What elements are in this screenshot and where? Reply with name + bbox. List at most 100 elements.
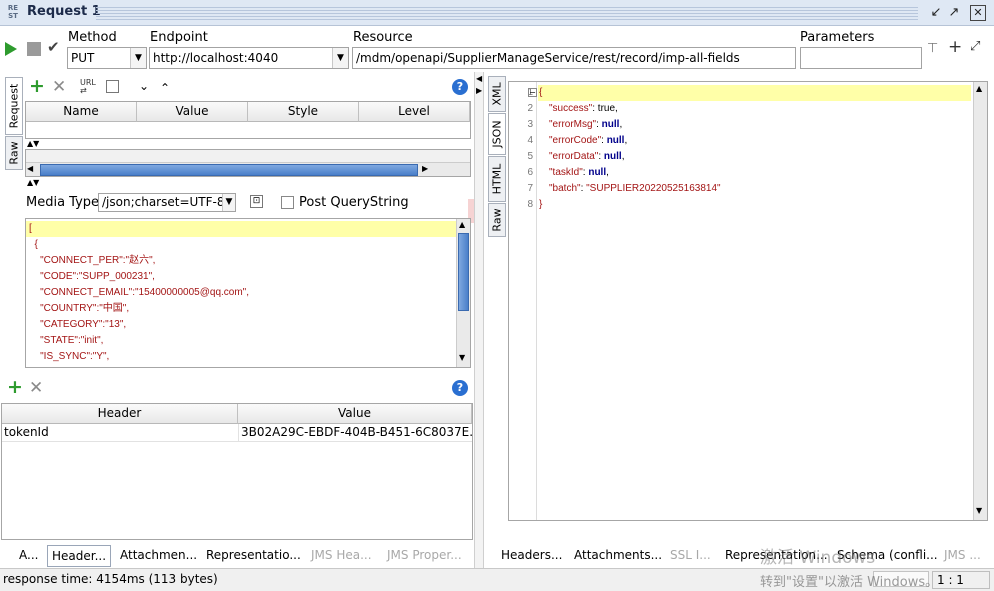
expand-icon[interactable]: ⤢ [970,39,980,54]
resource-label: Resource [353,30,413,45]
request-body-lines: [ { "CONNECT_PER":"赵六", "CODE":"SUPP_000… [29,221,249,365]
tab-xml[interactable]: XML [488,76,506,112]
tab-html[interactable]: HTML [488,156,506,202]
media-type-value: /json;charset=UTF-8 [102,195,225,209]
url-encode-icon[interactable]: URL ⇄ [80,79,96,95]
tab-representations[interactable]: Representatio... [202,545,305,567]
params-col-style[interactable]: Style [248,102,359,122]
vertical-scrollbar[interactable]: ▲ ▼ [456,219,470,367]
splitter-arrows-icon[interactable]: ▲▼ [27,139,39,148]
scrollbar-thumb[interactable] [40,164,418,176]
tab-response-headers[interactable]: Headers... [497,545,566,567]
params-col-value[interactable]: Value [137,102,248,122]
scroll-down-icon[interactable]: ▼ [976,506,982,515]
close-icon[interactable]: ✕ [970,5,986,21]
headers-col-value[interactable]: Value [238,404,472,424]
headers-col-header[interactable]: Header [2,404,238,424]
stop-icon[interactable] [27,42,41,56]
tab-headers[interactable]: Header... [47,545,112,567]
run-icon[interactable] [5,42,17,56]
chevron-down-icon: ▼ [130,48,146,68]
tab-request[interactable]: Request [5,77,23,135]
tab-attachments[interactable]: Attachmen... [116,545,201,567]
splitter-arrows-icon[interactable]: ▲▼ [27,178,39,187]
body-line: { [29,239,38,250]
response-time-text: response time: 4154ms (113 bytes) [3,572,218,586]
method-value: PUT [71,51,95,65]
endpoint-value: http://localhost:4040 [153,51,279,65]
scroll-left-icon[interactable]: ◀ [27,164,33,173]
add-parameter-icon[interactable]: + [948,37,962,57]
tag-icon[interactable]: ⊤ [927,41,938,56]
add-header-icon[interactable]: + [7,378,23,397]
response-editor[interactable]: 1 2 3 4 5 6 7 8 − { "success": true, "er… [508,81,988,521]
vertical-scrollbar[interactable]: ▲ ▼ [973,82,987,520]
params-col-level[interactable]: Level [359,102,470,122]
tab-jms-headers[interactable]: JMS Hea... [307,545,376,567]
move-down-icon[interactable]: ⌄ [139,79,149,93]
resource-value: /mdm/openapi/SupplierManageService/rest/… [356,51,740,65]
check-icon[interactable]: ✔ [47,38,60,56]
minimize-icon[interactable]: ↙ [928,5,944,21]
body-line: [ [29,223,32,234]
tab-response-jms[interactable]: JMS ... [940,545,985,567]
body-line: "CATEGORY":"13", [29,319,127,330]
json-line: "batch": "SUPPLIER20220525163814" [549,183,721,194]
tab-json[interactable]: JSON [488,113,506,155]
restore-icon[interactable]: ↗ [946,5,962,21]
post-querystring-checkbox[interactable] [281,196,294,209]
help-icon[interactable]: ? [452,79,468,95]
params-col-name[interactable]: Name [26,102,137,122]
tab-ssl-info[interactable]: SSL I... [666,545,715,567]
format-icon[interactable]: ⊡ [250,195,263,208]
scroll-down-icon[interactable]: ▼ [459,353,465,362]
scroll-up-icon[interactable]: ▲ [459,220,465,229]
windows-watermark-subtitle: 转到"设置"以激活 Windows。 [760,575,939,590]
scroll-up-icon[interactable]: ▲ [976,84,982,93]
horizontal-scrollbar[interactable]: ◀ ▶ [26,162,470,176]
delete-icon[interactable]: ✕ [52,78,66,97]
table-row[interactable]: tokenId 3B02A29C-EBDF-404B-B451-6C8037E.… [2,424,472,442]
rest-logo-icon: RE ST [7,4,19,20]
help-icon[interactable]: ? [452,380,468,396]
fold-toggle-icon[interactable]: − [528,88,537,97]
params-table: Name Value Style Level [25,101,471,139]
line-number: 7 [527,183,533,194]
add-icon[interactable]: + [29,77,45,96]
media-type-select[interactable]: /json;charset=UTF-8 ▼ [98,193,236,212]
endpoint-input[interactable]: http://localhost:4040 ▼ [149,47,349,69]
tab-jms-properties[interactable]: JMS Proper... [383,545,466,567]
request-body-editor[interactable]: [ { "CONNECT_PER":"赵六", "CODE":"SUPP_000… [25,218,471,368]
tab-response-attachments[interactable]: Attachments... [570,545,666,567]
move-up-icon[interactable]: ⌃ [160,81,170,95]
pane-splitter[interactable]: ◀ ▶ [474,72,484,568]
title-bar: RE ST Request 1 ↙ ↗ ✕ [0,0,994,26]
collapse-left-icon[interactable]: ◀ [476,74,482,83]
resource-input[interactable]: /mdm/openapi/SupplierManageService/rest/… [352,47,796,69]
headers-table: Header Value tokenId 3B02A29C-EBDF-404B-… [1,403,473,540]
method-select[interactable]: PUT ▼ [67,47,147,69]
json-line: "taskId": null, [549,167,609,178]
json-line: "errorMsg": null, [549,119,623,130]
table-icon[interactable] [106,80,119,93]
tab-auth[interactable]: A... [15,545,42,567]
delete-header-icon[interactable]: ✕ [29,379,43,398]
method-label: Method [68,30,117,45]
collapse-right-icon[interactable]: ▶ [476,86,482,95]
header-name-cell[interactable]: tokenId [4,425,49,439]
tab-raw-response[interactable]: Raw [488,203,506,237]
json-line: "errorCode": null, [549,135,628,146]
line-number: 6 [527,167,533,178]
title-drag-area[interactable] [96,6,918,20]
body-line: "COUNTRY":"中国", [29,303,130,314]
json-open-brace: { [539,87,543,98]
endpoint-label: Endpoint [150,30,208,45]
tab-raw[interactable]: Raw [5,136,23,170]
cursor-position: 1 : 1 [932,571,990,589]
params-hscroll-area: ◀ ▶ [25,149,471,177]
header-value-cell[interactable]: 3B02A29C-EBDF-404B-B451-6C8037E... [238,424,472,441]
parameters-input[interactable] [800,47,922,69]
scrollbar-thumb[interactable] [458,233,469,311]
scroll-right-icon[interactable]: ▶ [422,164,428,173]
json-line: "errorData": null, [549,151,625,162]
